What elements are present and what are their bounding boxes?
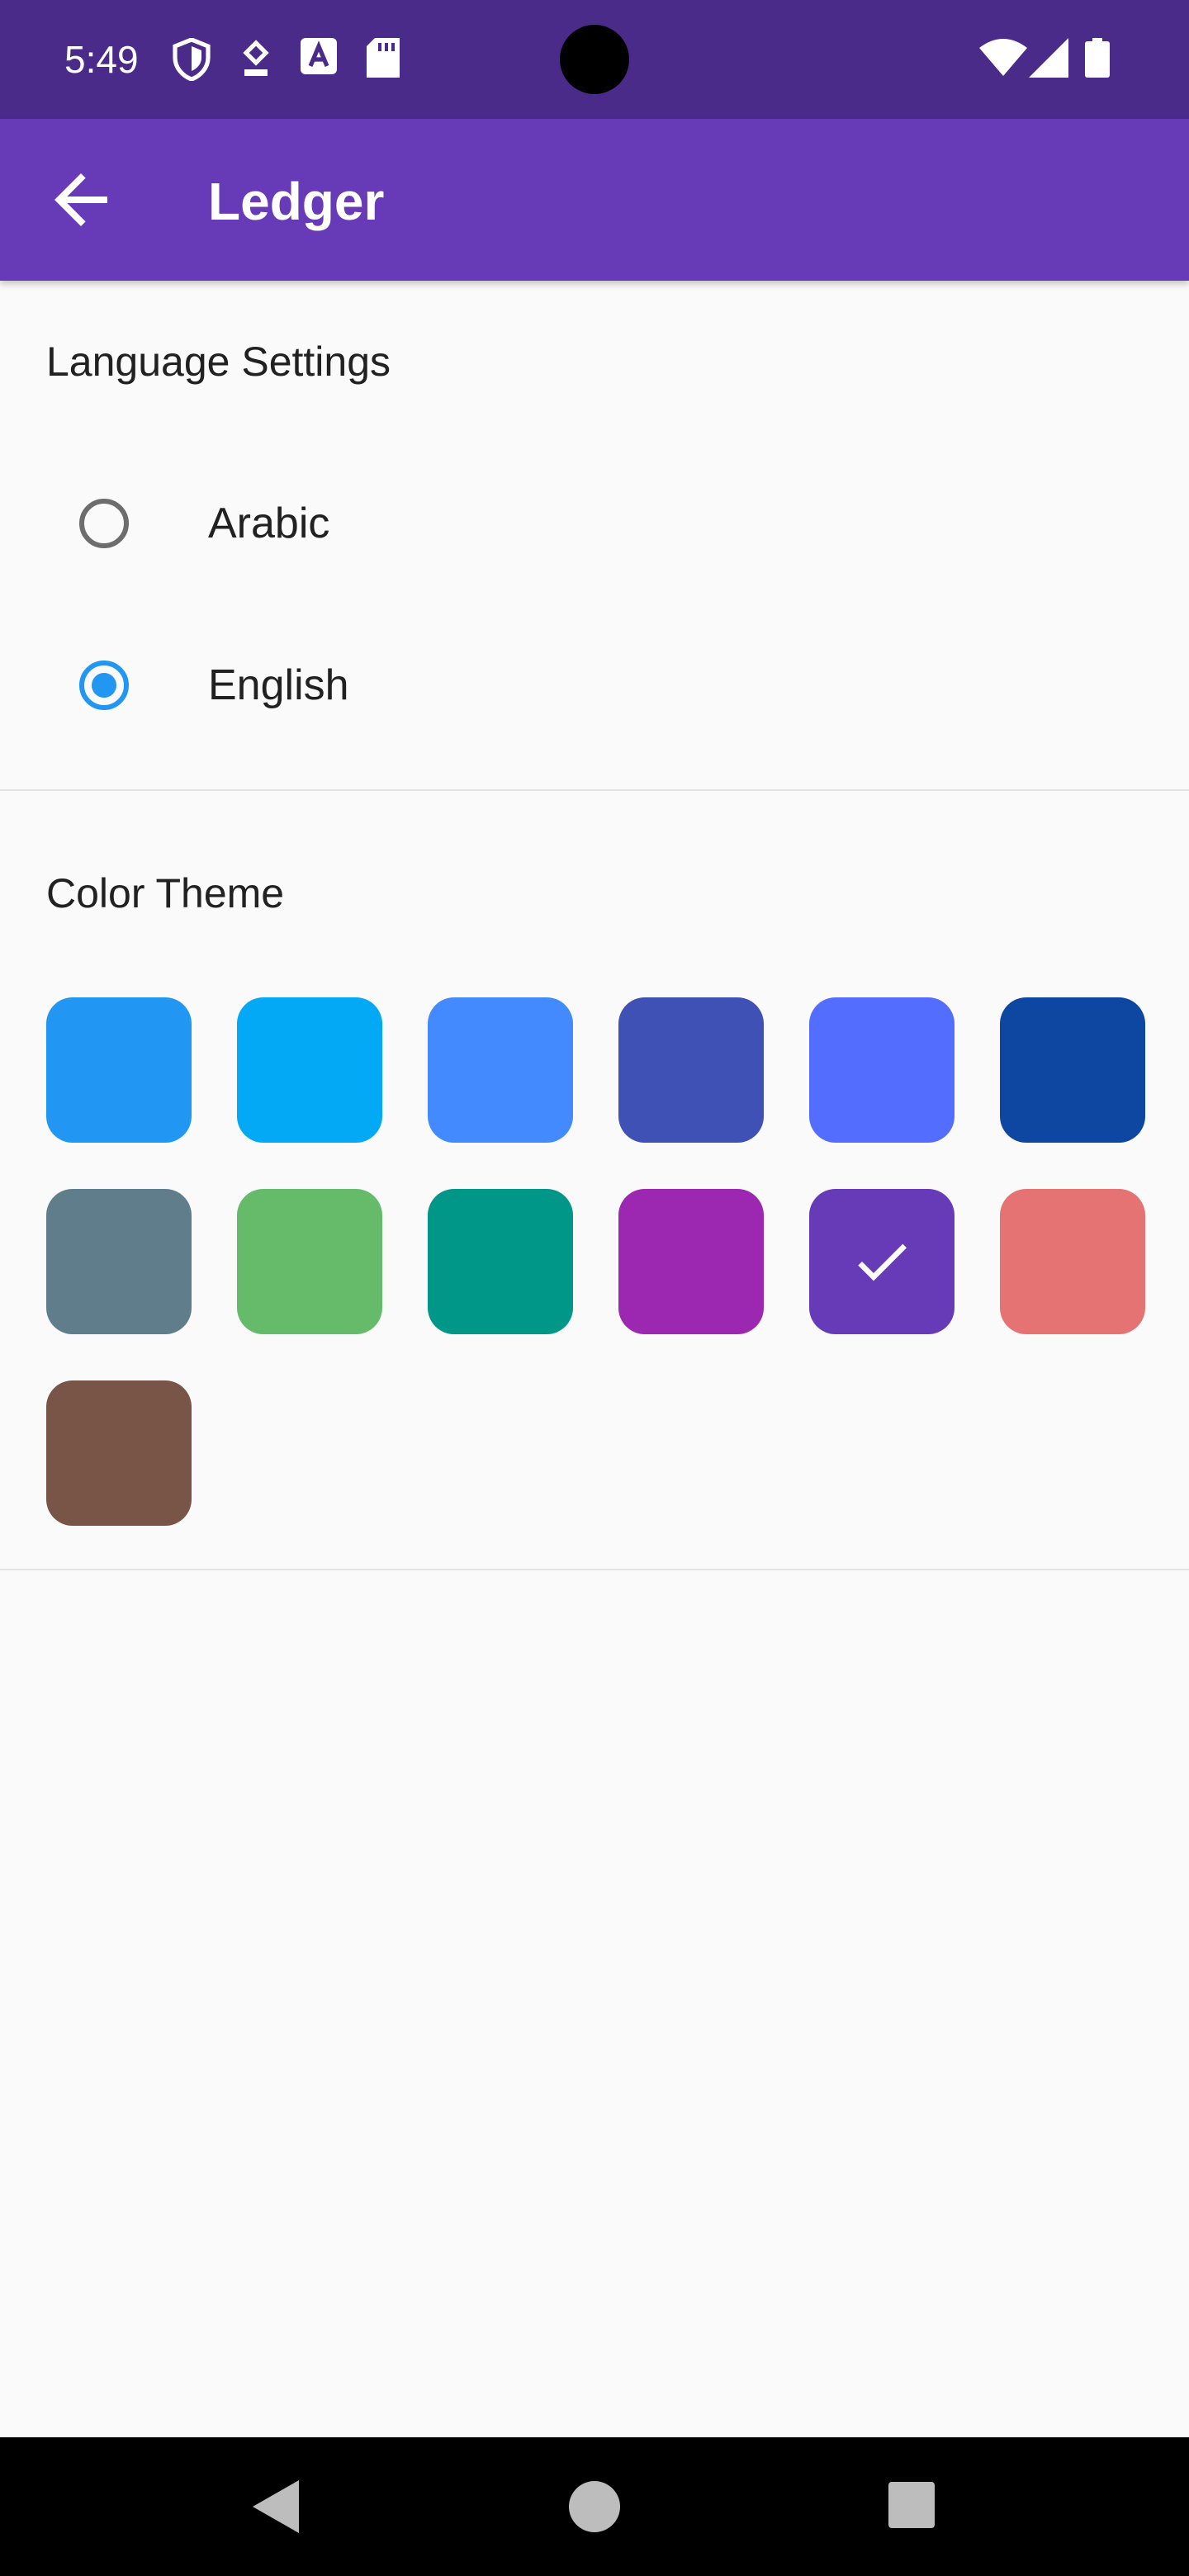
radio-label: Arabic: [208, 500, 330, 547]
wifi-icon: [979, 38, 1027, 82]
app-bar: Ledger: [0, 119, 1189, 281]
camera-cutout: [560, 25, 629, 94]
color-swatch[interactable]: [428, 997, 573, 1143]
back-triangle-icon[interactable]: [253, 2480, 299, 2537]
sd-card-icon: [367, 38, 400, 82]
color-swatch[interactable]: [428, 1189, 573, 1334]
color-swatch[interactable]: [46, 997, 192, 1143]
location-pin-icon: [239, 38, 272, 85]
app-title: Ledger: [208, 172, 385, 231]
color-swatch-selected[interactable]: [809, 1189, 955, 1334]
color-swatch[interactable]: [1000, 1189, 1145, 1334]
check-icon: [858, 1243, 907, 1281]
shield-icon: [172, 37, 211, 85]
color-swatch[interactable]: [237, 997, 382, 1143]
color-swatch[interactable]: [46, 1189, 192, 1334]
home-circle-icon[interactable]: [568, 2480, 621, 2537]
language-settings-title: Language Settings: [46, 339, 391, 385]
language-option-arabic[interactable]: Arabic: [0, 443, 1189, 604]
section-divider: [0, 789, 1189, 791]
radio-button-checked[interactable]: [79, 661, 129, 710]
color-swatch[interactable]: [46, 1380, 192, 1526]
color-swatch[interactable]: [1000, 997, 1145, 1143]
arrow-back-icon: [54, 173, 107, 226]
color-swatch[interactable]: [809, 997, 955, 1143]
color-theme-title: Color Theme: [46, 870, 285, 916]
language-option-english[interactable]: English: [0, 604, 1189, 766]
recents-square-icon[interactable]: [888, 2482, 935, 2532]
radio-button-unchecked[interactable]: [79, 499, 129, 548]
color-swatch[interactable]: [618, 997, 764, 1143]
battery-icon: [1085, 38, 1110, 82]
radio-label: English: [208, 661, 349, 709]
status-bar: 5:49: [0, 0, 1189, 119]
text-app-icon: [301, 38, 337, 78]
color-swatch[interactable]: [618, 1189, 764, 1334]
section-divider: [0, 1569, 1189, 1570]
back-button[interactable]: [41, 160, 121, 239]
color-swatch[interactable]: [237, 1189, 382, 1334]
status-time: 5:49: [64, 38, 139, 81]
navigation-bar: [0, 2437, 1189, 2576]
cell-signal-icon: [1029, 38, 1068, 82]
